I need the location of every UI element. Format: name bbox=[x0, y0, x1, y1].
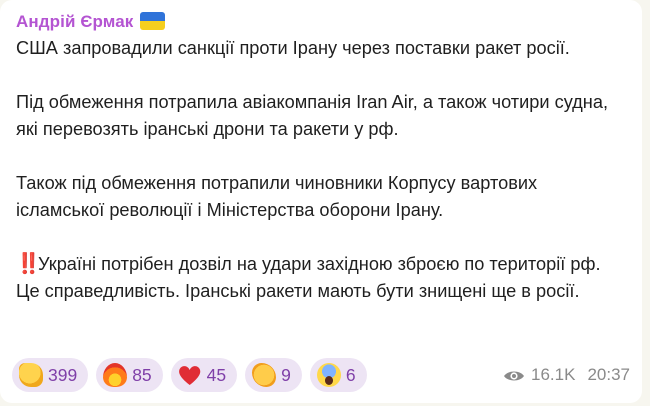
thumbs-up-icon bbox=[19, 363, 43, 387]
message-paragraph: США запровадили санкції проти Ірану чере… bbox=[16, 38, 570, 58]
author-name[interactable]: Андрій Єрмак bbox=[16, 12, 133, 32]
reaction-handshake[interactable]: 9 bbox=[245, 358, 302, 392]
view-count: 16.1K bbox=[531, 365, 576, 384]
message-bubble: Андрій Єрмак США запровадили санкції про… bbox=[0, 0, 642, 403]
message-meta: 16.1K 20:37 bbox=[503, 365, 630, 385]
screaming-face-icon bbox=[316, 363, 341, 387]
message-footer: 399 85 45 9 6 16.1K 20:37 bbox=[12, 356, 630, 394]
handshake-icon bbox=[252, 363, 277, 387]
reaction-count: 9 bbox=[281, 364, 291, 385]
reaction-count: 85 bbox=[132, 364, 152, 385]
author-row: Андрій Єрмак bbox=[16, 9, 628, 35]
reaction-fire[interactable]: 85 bbox=[96, 358, 163, 392]
reaction-heart[interactable]: 45 bbox=[170, 358, 238, 392]
reaction-thumbs-up[interactable]: 399 bbox=[12, 358, 89, 392]
fire-icon bbox=[103, 363, 128, 387]
reaction-count: 6 bbox=[345, 364, 356, 385]
reaction-count: 399 bbox=[48, 364, 78, 385]
double-exclamation-icon: ‼️ bbox=[16, 253, 41, 275]
reaction-count: 45 bbox=[206, 364, 227, 385]
message-paragraph: Під обмеження потрапила авіакомпанія Ira… bbox=[16, 92, 609, 139]
eye-icon bbox=[503, 368, 525, 382]
message-text: США запровадили санкції проти Ірану чере… bbox=[16, 35, 628, 305]
message-time: 20:37 bbox=[587, 365, 630, 384]
ukraine-flag-icon bbox=[140, 12, 166, 30]
message-paragraph: Також під обмеження потрапили чиновники … bbox=[16, 173, 538, 220]
message-paragraph: ‼️Україні потрібен дозвіл на удари захід… bbox=[16, 251, 628, 305]
message-paragraph-text: Україні потрібен дозвіл на удари західно… bbox=[16, 254, 601, 301]
reaction-screaming-face[interactable]: 6 bbox=[309, 358, 367, 392]
heart-icon bbox=[178, 363, 202, 387]
